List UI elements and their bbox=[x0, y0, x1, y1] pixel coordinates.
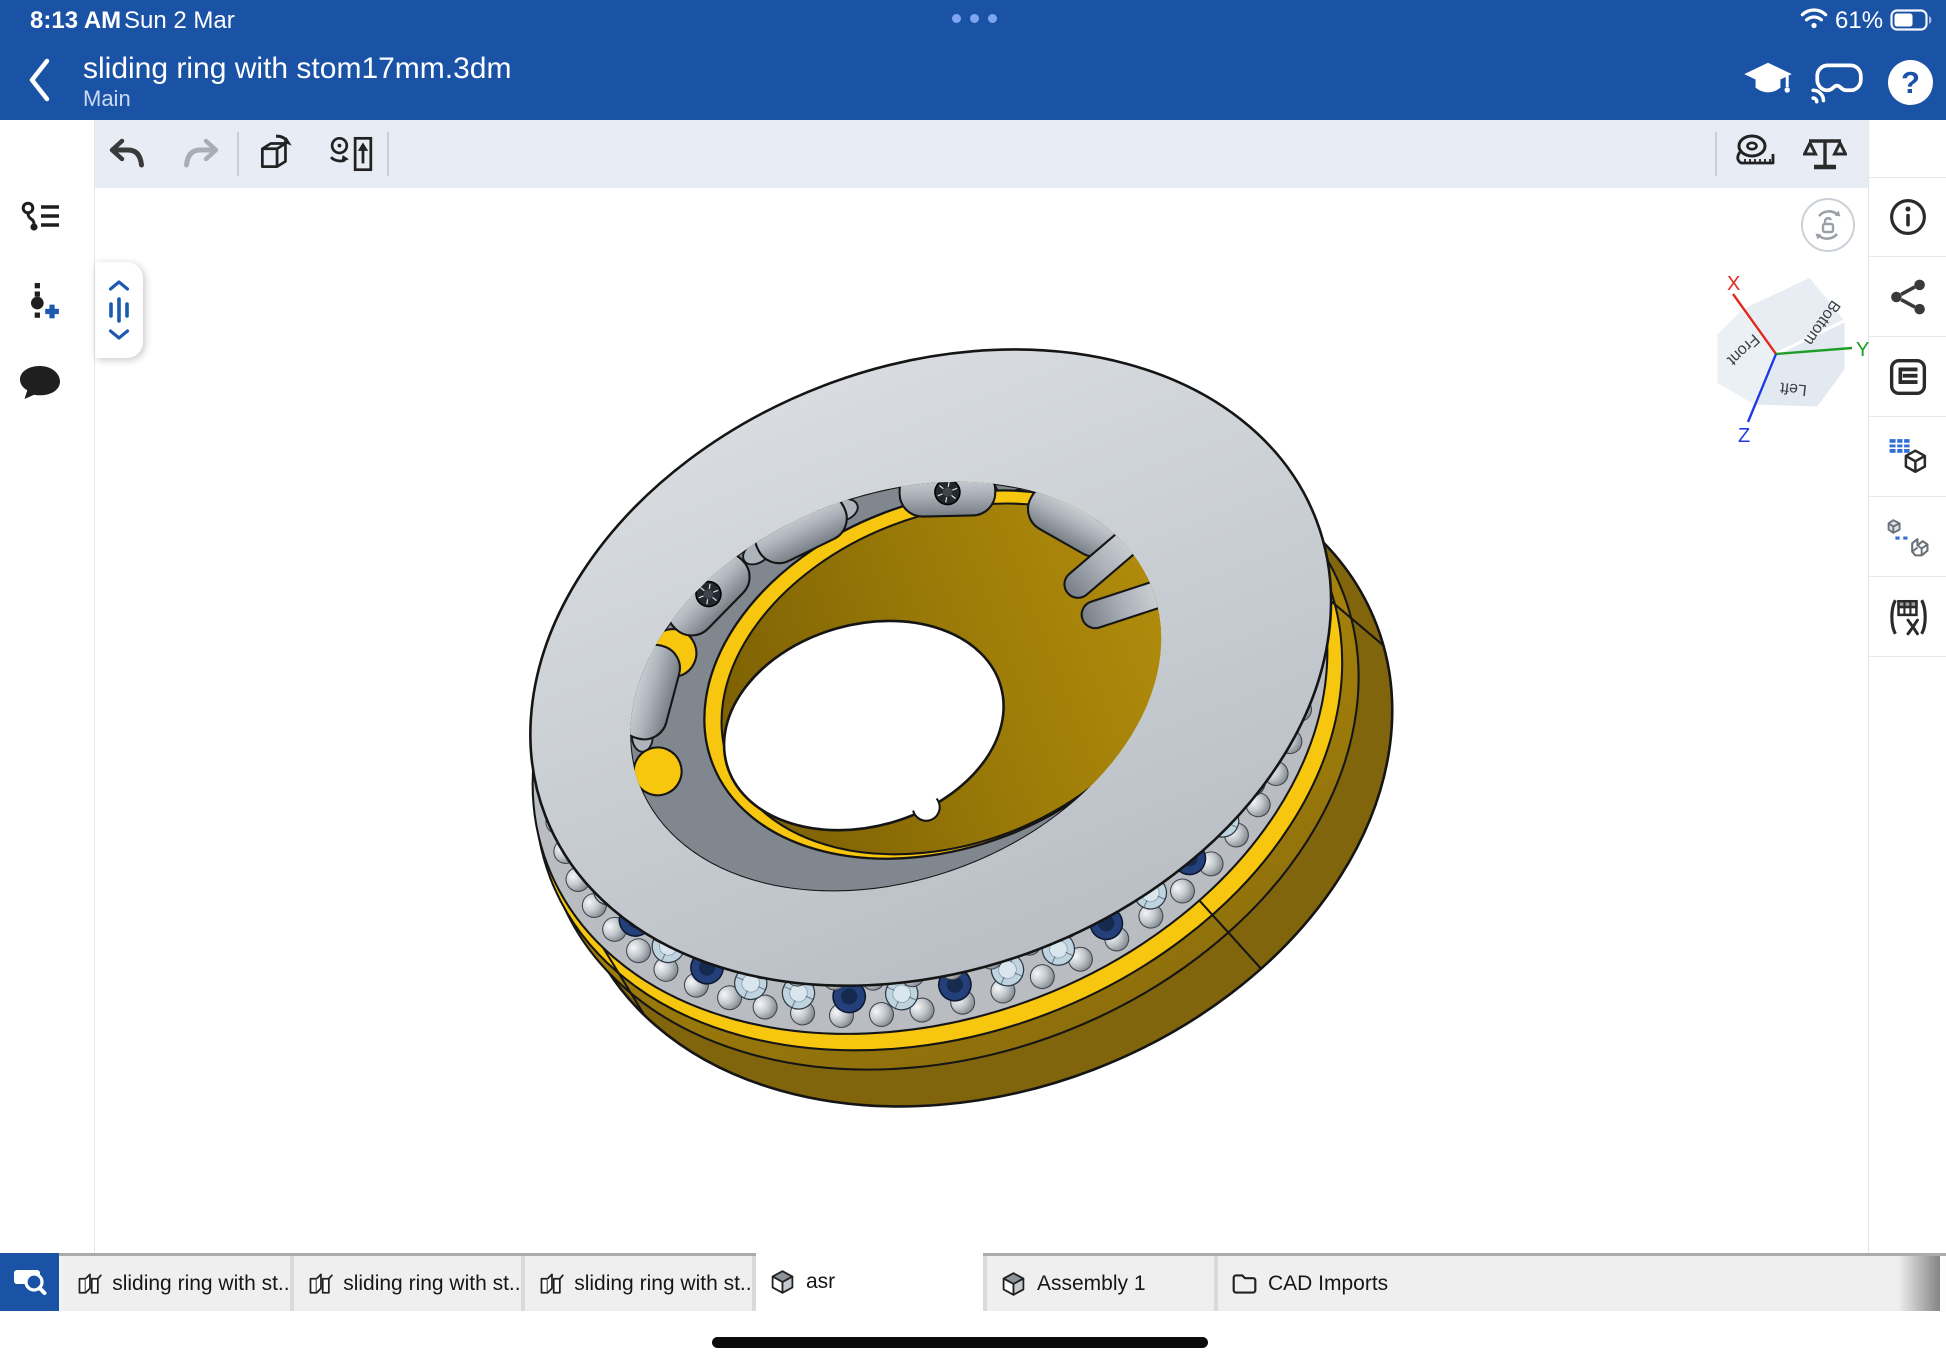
tab-bar: sliding ring with st... sliding ring wit… bbox=[0, 1253, 1946, 1311]
design-doc-icon bbox=[76, 1270, 102, 1298]
info-icon bbox=[1889, 198, 1927, 236]
battery-percent: 61% bbox=[1835, 7, 1883, 35]
export-box-button[interactable] bbox=[255, 133, 297, 175]
tab-label: Assembly 1 bbox=[1037, 1272, 1146, 1296]
view-cube[interactable]: Bottom Front Left X Y Z bbox=[1700, 274, 1872, 452]
history-slider-widget[interactable] bbox=[95, 262, 143, 358]
back-button[interactable] bbox=[26, 56, 54, 104]
info-button[interactable] bbox=[1869, 177, 1946, 257]
measure-tape-button[interactable] bbox=[1733, 134, 1779, 174]
tab-label: CAD Imports bbox=[1268, 1272, 1388, 1296]
tab-cad-imports[interactable]: CAD Imports bbox=[1218, 1256, 1445, 1311]
tab-bar-scroll-shadow bbox=[1898, 1256, 1940, 1311]
tab-bar-edge bbox=[1940, 1256, 1946, 1311]
tab-document-3[interactable]: sliding ring with st... bbox=[525, 1256, 752, 1311]
toolbar-separator bbox=[237, 132, 239, 176]
viewport-3d[interactable] bbox=[95, 188, 1868, 1253]
comments-button[interactable] bbox=[18, 364, 62, 402]
axis-z-label: Z bbox=[1738, 425, 1750, 447]
help-glyph: ? bbox=[1901, 65, 1920, 101]
cube-face-left: Left bbox=[1779, 379, 1808, 399]
position-bodies-icon bbox=[1887, 516, 1929, 558]
ring-group bbox=[421, 231, 1489, 1226]
share-button[interactable] bbox=[1869, 257, 1946, 337]
tab-bar-empty bbox=[1445, 1256, 1946, 1311]
history-slider-icon[interactable] bbox=[107, 297, 131, 323]
help-button[interactable]: ? bbox=[1888, 60, 1933, 105]
add-step-button[interactable] bbox=[22, 282, 60, 322]
chevron-down-icon[interactable] bbox=[108, 329, 130, 340]
ring-model bbox=[95, 188, 1868, 1253]
tab-assembly-1[interactable]: Assembly 1 bbox=[987, 1256, 1214, 1311]
variables-icon bbox=[1887, 597, 1929, 637]
toolbar-separator bbox=[387, 132, 389, 176]
appearance-cube-icon bbox=[1888, 437, 1928, 477]
status-time: 8:13 AM bbox=[30, 7, 121, 35]
variables-button[interactable] bbox=[1869, 577, 1946, 657]
position-button[interactable] bbox=[1869, 497, 1946, 577]
multitasking-dots-icon[interactable] bbox=[952, 14, 997, 23]
tab-document-1[interactable]: sliding ring with st... bbox=[63, 1256, 290, 1311]
home-indicator[interactable] bbox=[712, 1337, 1208, 1348]
workspace-name: Main bbox=[83, 86, 131, 112]
appearance-button[interactable] bbox=[1869, 417, 1946, 497]
rotation-lock-button[interactable] bbox=[1801, 198, 1855, 252]
share-icon bbox=[1889, 278, 1927, 316]
outline-list-icon bbox=[1889, 358, 1927, 396]
outline-list-button[interactable] bbox=[1869, 337, 1946, 417]
tab-label: sliding ring with st... bbox=[112, 1272, 290, 1296]
revolve-tool-button[interactable] bbox=[329, 133, 375, 175]
project-browser-button[interactable] bbox=[0, 1253, 59, 1311]
right-sidebar bbox=[1868, 120, 1946, 1253]
toolbar-separator bbox=[1715, 132, 1717, 176]
tab-label: asr bbox=[806, 1270, 835, 1294]
history-items-button[interactable] bbox=[20, 200, 62, 238]
axis-x-label: X bbox=[1727, 274, 1740, 295]
chevron-up-icon[interactable] bbox=[108, 280, 130, 291]
rotation-lock-icon bbox=[1810, 207, 1846, 243]
tab-asr-active[interactable]: asr bbox=[756, 1253, 983, 1311]
visor-ar-icon[interactable] bbox=[1810, 60, 1866, 104]
tab-document-2[interactable]: sliding ring with st... bbox=[294, 1256, 521, 1311]
cube-icon bbox=[769, 1268, 796, 1296]
toolbar bbox=[95, 120, 1868, 188]
battery-icon bbox=[1890, 9, 1934, 31]
axis-y-label: Y bbox=[1856, 339, 1869, 361]
tab-label: sliding ring with st... bbox=[574, 1272, 752, 1296]
document-title: sliding ring with stom17mm.3dm bbox=[83, 52, 511, 86]
title-bar: sliding ring with stom17mm.3dm Main ? bbox=[0, 40, 1946, 120]
redo-button[interactable] bbox=[183, 136, 219, 172]
app-window: 8:13 AM Sun 2 Mar 61% sliding ring with … bbox=[0, 0, 1946, 1352]
design-doc-icon bbox=[307, 1270, 333, 1298]
design-doc-icon bbox=[538, 1270, 564, 1298]
wifi-icon bbox=[1800, 7, 1828, 29]
cube-icon bbox=[1000, 1270, 1027, 1298]
status-date: Sun 2 Mar bbox=[124, 7, 235, 35]
left-sidebar bbox=[0, 120, 95, 1253]
undo-button[interactable] bbox=[109, 136, 145, 172]
folder-icon bbox=[1231, 1270, 1258, 1298]
status-bar: 8:13 AM Sun 2 Mar 61% bbox=[0, 0, 1946, 40]
search-icon bbox=[11, 1264, 49, 1300]
weight-scale-button[interactable] bbox=[1803, 134, 1847, 174]
learn-graduation-cap-icon[interactable] bbox=[1742, 60, 1794, 104]
tab-label: sliding ring with st... bbox=[343, 1272, 521, 1296]
